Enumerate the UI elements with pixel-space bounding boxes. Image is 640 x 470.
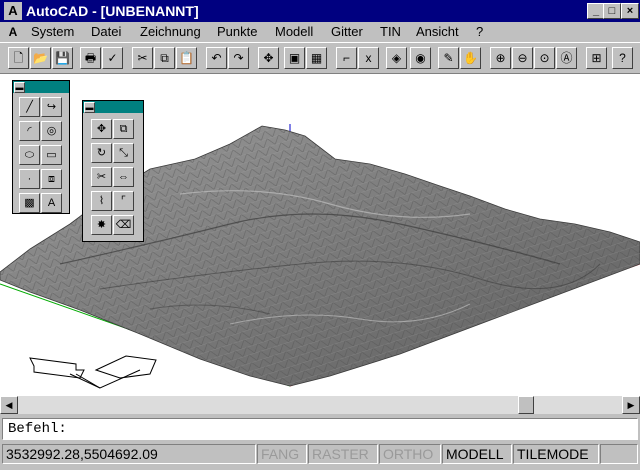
autocad-icon[interactable]: A — [4, 2, 22, 20]
menu-ansicht[interactable]: Ansicht — [416, 24, 459, 40]
explode-icon[interactable]: ✸ — [91, 215, 112, 235]
polyline-icon[interactable]: ↪ — [41, 97, 62, 117]
move-icon[interactable]: ✥ — [91, 119, 112, 139]
ortho-icon[interactable]: ⌐ — [336, 47, 357, 69]
fillet-icon[interactable]: ⌜ — [113, 191, 134, 211]
snap-point-icon[interactable]: ✥ — [258, 47, 279, 69]
scroll-left-button[interactable]: ◀ — [0, 396, 18, 414]
menu-bar: A System Datei Zeichnung Punkte Modell G… — [0, 22, 640, 42]
close-button[interactable]: × — [621, 3, 639, 19]
zoom-all-icon[interactable]: Ⓐ — [556, 47, 577, 69]
break-icon[interactable]: ⌇ — [91, 191, 112, 211]
point-icon[interactable]: · — [19, 169, 40, 189]
scroll-thumb[interactable] — [518, 396, 534, 414]
save-disk-icon[interactable]: 💾 — [52, 47, 73, 69]
circle-icon[interactable]: ◎ — [41, 121, 62, 141]
print-icon[interactable]: 🖶 — [80, 47, 101, 69]
menu-datei[interactable]: Datei — [91, 24, 121, 40]
title-bar: A AutoCAD - [UNBENANNT] _ □ × — [0, 0, 640, 22]
copy-object-icon[interactable]: ⧉ — [113, 119, 134, 139]
select-window-icon[interactable]: ▣ — [284, 47, 305, 69]
menu-gitter[interactable]: Gitter — [331, 24, 363, 40]
open-folder-icon[interactable]: 📂 — [30, 47, 51, 69]
object-properties-icon[interactable]: ◉ — [410, 47, 431, 69]
ellipse-icon[interactable]: ⬭ — [19, 145, 40, 165]
cut-scissors-icon[interactable]: ✂ — [132, 47, 153, 69]
hatch-icon[interactable]: ▩ — [19, 193, 40, 213]
ucs-icon — [29, 355, 157, 389]
layers-icon[interactable]: ◈ — [386, 47, 407, 69]
raster-toggle[interactable]: RASTER — [308, 444, 378, 464]
status-spare-field — [600, 444, 638, 464]
menu-help[interactable]: ? — [476, 24, 483, 40]
modify-palette[interactable]: ▬ ✥ ⧉ ↻ ⤡ ✂ ⇔ ⌇ ⌜ ✸ ⌫ — [82, 100, 144, 242]
line-icon[interactable]: ╱ — [19, 97, 40, 117]
standard-toolbar: 🗋 📂 💾 🖶 ✓ ✂ ⧉ 📋 ↶ ↷ ✥ ▣ ▦ ⌐ x ◈ ◉ ✎ ✋ ⊕ ⊖ ⊙ Ⓐ ⊞? — [0, 42, 640, 74]
modell-toggle[interactable]: MODELL — [442, 444, 512, 464]
document-icon[interactable]: A — [4, 23, 22, 41]
menu-modell[interactable]: Modell — [275, 24, 313, 40]
scale-icon[interactable]: ⤡ — [113, 143, 134, 163]
spell-check-icon[interactable]: ✓ — [102, 47, 123, 69]
draw-palette-caption[interactable]: ▬ — [13, 81, 69, 93]
aerial-view-icon[interactable]: ⊞ — [586, 47, 607, 69]
menu-zeichnung[interactable]: Zeichnung — [140, 24, 201, 40]
insert-block-icon[interactable]: ⧈ — [41, 169, 62, 189]
drawing-viewport[interactable]: ▬ ╱ ↪ ◜ ◎ ⬭ ▭ · ⧈ ▩ A ▬ ✥ ⧉ ↻ ⤡ ✂ ⇔ ⌇ ⌜ ✸ ⌫ — [0, 74, 640, 396]
coordinate-xy-icon[interactable]: x — [358, 47, 379, 69]
menu-system[interactable]: System — [31, 24, 74, 40]
rectangle-icon[interactable]: ▭ — [41, 145, 62, 165]
menu-tin[interactable]: TIN — [380, 24, 401, 40]
undo-icon[interactable]: ↶ — [206, 47, 227, 69]
zoom-out-icon[interactable]: ⊖ — [512, 47, 533, 69]
erase-icon[interactable]: ⌫ — [113, 215, 134, 235]
zoom-window-icon[interactable]: ⊙ — [534, 47, 555, 69]
modify-palette-caption[interactable]: ▬ — [83, 101, 143, 113]
grid-icon[interactable]: ▦ — [306, 47, 327, 69]
stretch-icon[interactable]: ⇔ — [113, 167, 134, 187]
command-line[interactable]: Befehl: — [2, 418, 638, 440]
horizontal-scrollbar[interactable]: ◀ ▶ — [0, 396, 640, 414]
pan-hand-icon[interactable]: ✋ — [460, 47, 481, 69]
paste-clipboard-icon[interactable]: 📋 — [176, 47, 197, 69]
status-bar: 3532992.28,5504692.09 FANG RASTER ORTHO … — [0, 442, 640, 468]
scroll-right-button[interactable]: ▶ — [622, 396, 640, 414]
ortho-toggle[interactable]: ORTHO — [379, 444, 441, 464]
command-prompt: Befehl: — [8, 421, 67, 437]
text-icon[interactable]: A — [41, 193, 62, 213]
pencil-icon[interactable]: ✎ — [438, 47, 459, 69]
arc-icon[interactable]: ◜ — [19, 121, 40, 141]
tilemode-toggle[interactable]: TILEMODE — [513, 444, 599, 464]
maximize-button[interactable]: □ — [603, 3, 621, 19]
draw-palette[interactable]: ▬ ╱ ↪ ◜ ◎ ⬭ ▭ · ⧈ ▩ A — [12, 80, 70, 214]
coordinate-display: 3532992.28,5504692.09 — [2, 444, 256, 464]
fang-toggle[interactable]: FANG — [257, 444, 307, 464]
redo-icon[interactable]: ↷ — [228, 47, 249, 69]
zoom-in-icon[interactable]: ⊕ — [490, 47, 511, 69]
draw-palette-close-button[interactable]: ▬ — [14, 82, 25, 93]
rotate-icon[interactable]: ↻ — [91, 143, 112, 163]
menu-punkte[interactable]: Punkte — [217, 24, 257, 40]
modify-palette-close-button[interactable]: ▬ — [84, 102, 95, 113]
new-file-icon[interactable]: 🗋 — [8, 47, 29, 69]
window-title: AutoCAD - [UNBENANNT] — [26, 3, 199, 19]
help-icon[interactable]: ? — [612, 47, 633, 69]
copy-icon[interactable]: ⧉ — [154, 47, 175, 69]
trim-icon[interactable]: ✂ — [91, 167, 112, 187]
